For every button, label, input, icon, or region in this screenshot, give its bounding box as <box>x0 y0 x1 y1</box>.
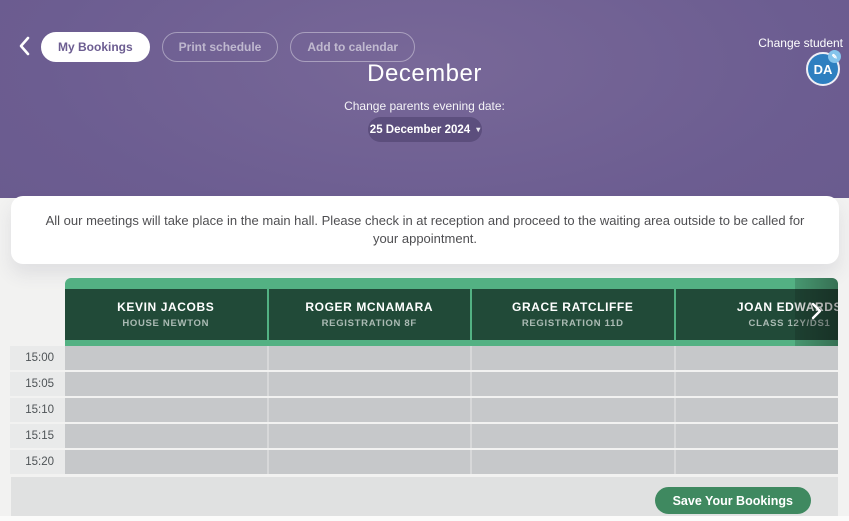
time-row: 15:05 <box>10 372 838 396</box>
time-row: 15:00 <box>10 346 838 370</box>
booking-slot[interactable] <box>65 424 269 448</box>
booking-slot[interactable] <box>269 424 473 448</box>
teacher-name: ROGER MCNAMARA <box>305 300 433 314</box>
booking-slot[interactable] <box>472 372 676 396</box>
time-label: 15:00 <box>10 346 65 370</box>
back-button[interactable] <box>12 33 38 61</box>
teacher-name: KEVIN JACOBS <box>117 300 214 314</box>
teacher-name: GRACE RATCLIFFE <box>512 300 633 314</box>
booking-slot[interactable] <box>676 424 839 448</box>
time-label: 15:20 <box>10 450 65 474</box>
header-tabs: My Bookings Print schedule Add to calend… <box>41 32 415 62</box>
booking-slot[interactable] <box>269 398 473 422</box>
time-row: 15:15 <box>10 424 838 448</box>
booking-slot[interactable] <box>269 450 473 474</box>
teacher-column: ROGER MCNAMARA REGISTRATION 8F <box>269 289 473 340</box>
booking-slot[interactable] <box>65 346 269 370</box>
booking-slot[interactable] <box>676 450 839 474</box>
scroll-right-button[interactable] <box>795 278 838 346</box>
tab-print-schedule[interactable]: Print schedule <box>162 32 279 62</box>
time-label: 15:05 <box>10 372 65 396</box>
teacher-column: GRACE RATCLIFFE REGISTRATION 11D <box>472 289 676 340</box>
save-bookings-button[interactable]: Save Your Bookings <box>655 487 811 514</box>
teacher-group: REGISTRATION 8F <box>322 318 417 329</box>
booking-slot[interactable] <box>65 372 269 396</box>
tab-add-to-calendar[interactable]: Add to calendar <box>290 32 415 62</box>
time-label: 15:10 <box>10 398 65 422</box>
schedule-grid: 15:0015:0515:1015:1515:20 <box>10 346 838 476</box>
booking-slot[interactable] <box>472 346 676 370</box>
change-student-button[interactable]: Change student <box>758 36 843 50</box>
teacher-column: KEVIN JACOBS HOUSE NEWTON <box>65 289 269 340</box>
time-row: 15:10 <box>10 398 838 422</box>
chevron-down-icon: ▾ <box>476 125 480 134</box>
date-select[interactable]: 25 December 2024 ▾ <box>368 117 482 142</box>
time-row: 15:20 <box>10 450 838 474</box>
header-band: My Bookings Print schedule Add to calend… <box>0 0 849 198</box>
footer-bar: Save Your Bookings <box>11 477 838 516</box>
teacher-group: HOUSE NEWTON <box>122 318 209 329</box>
chevron-left-icon <box>17 36 33 59</box>
date-select-value: 25 December 2024 <box>370 124 470 136</box>
booking-slot[interactable] <box>676 398 839 422</box>
bottom-strip <box>0 516 849 521</box>
booking-slot[interactable] <box>472 424 676 448</box>
booking-slot[interactable] <box>269 372 473 396</box>
notice-text: All our meetings will take place in the … <box>37 212 813 247</box>
booking-slot[interactable] <box>676 346 839 370</box>
booking-slot[interactable] <box>472 450 676 474</box>
time-label: 15:15 <box>10 424 65 448</box>
booking-slot[interactable] <box>65 398 269 422</box>
booking-slot[interactable] <box>269 346 473 370</box>
teacher-header-row: KEVIN JACOBS HOUSE NEWTON ROGER MCNAMARA RE… <box>65 278 838 346</box>
booking-slot[interactable] <box>65 450 269 474</box>
booking-slot[interactable] <box>472 398 676 422</box>
teacher-group: REGISTRATION 11D <box>522 318 624 329</box>
notice-card: All our meetings will take place in the … <box>11 196 839 264</box>
tab-my-bookings[interactable]: My Bookings <box>41 32 150 62</box>
date-caption: Change parents evening date: <box>0 99 849 113</box>
booking-slot[interactable] <box>676 372 839 396</box>
chevron-right-icon <box>810 302 824 323</box>
page-title: December <box>0 60 849 88</box>
